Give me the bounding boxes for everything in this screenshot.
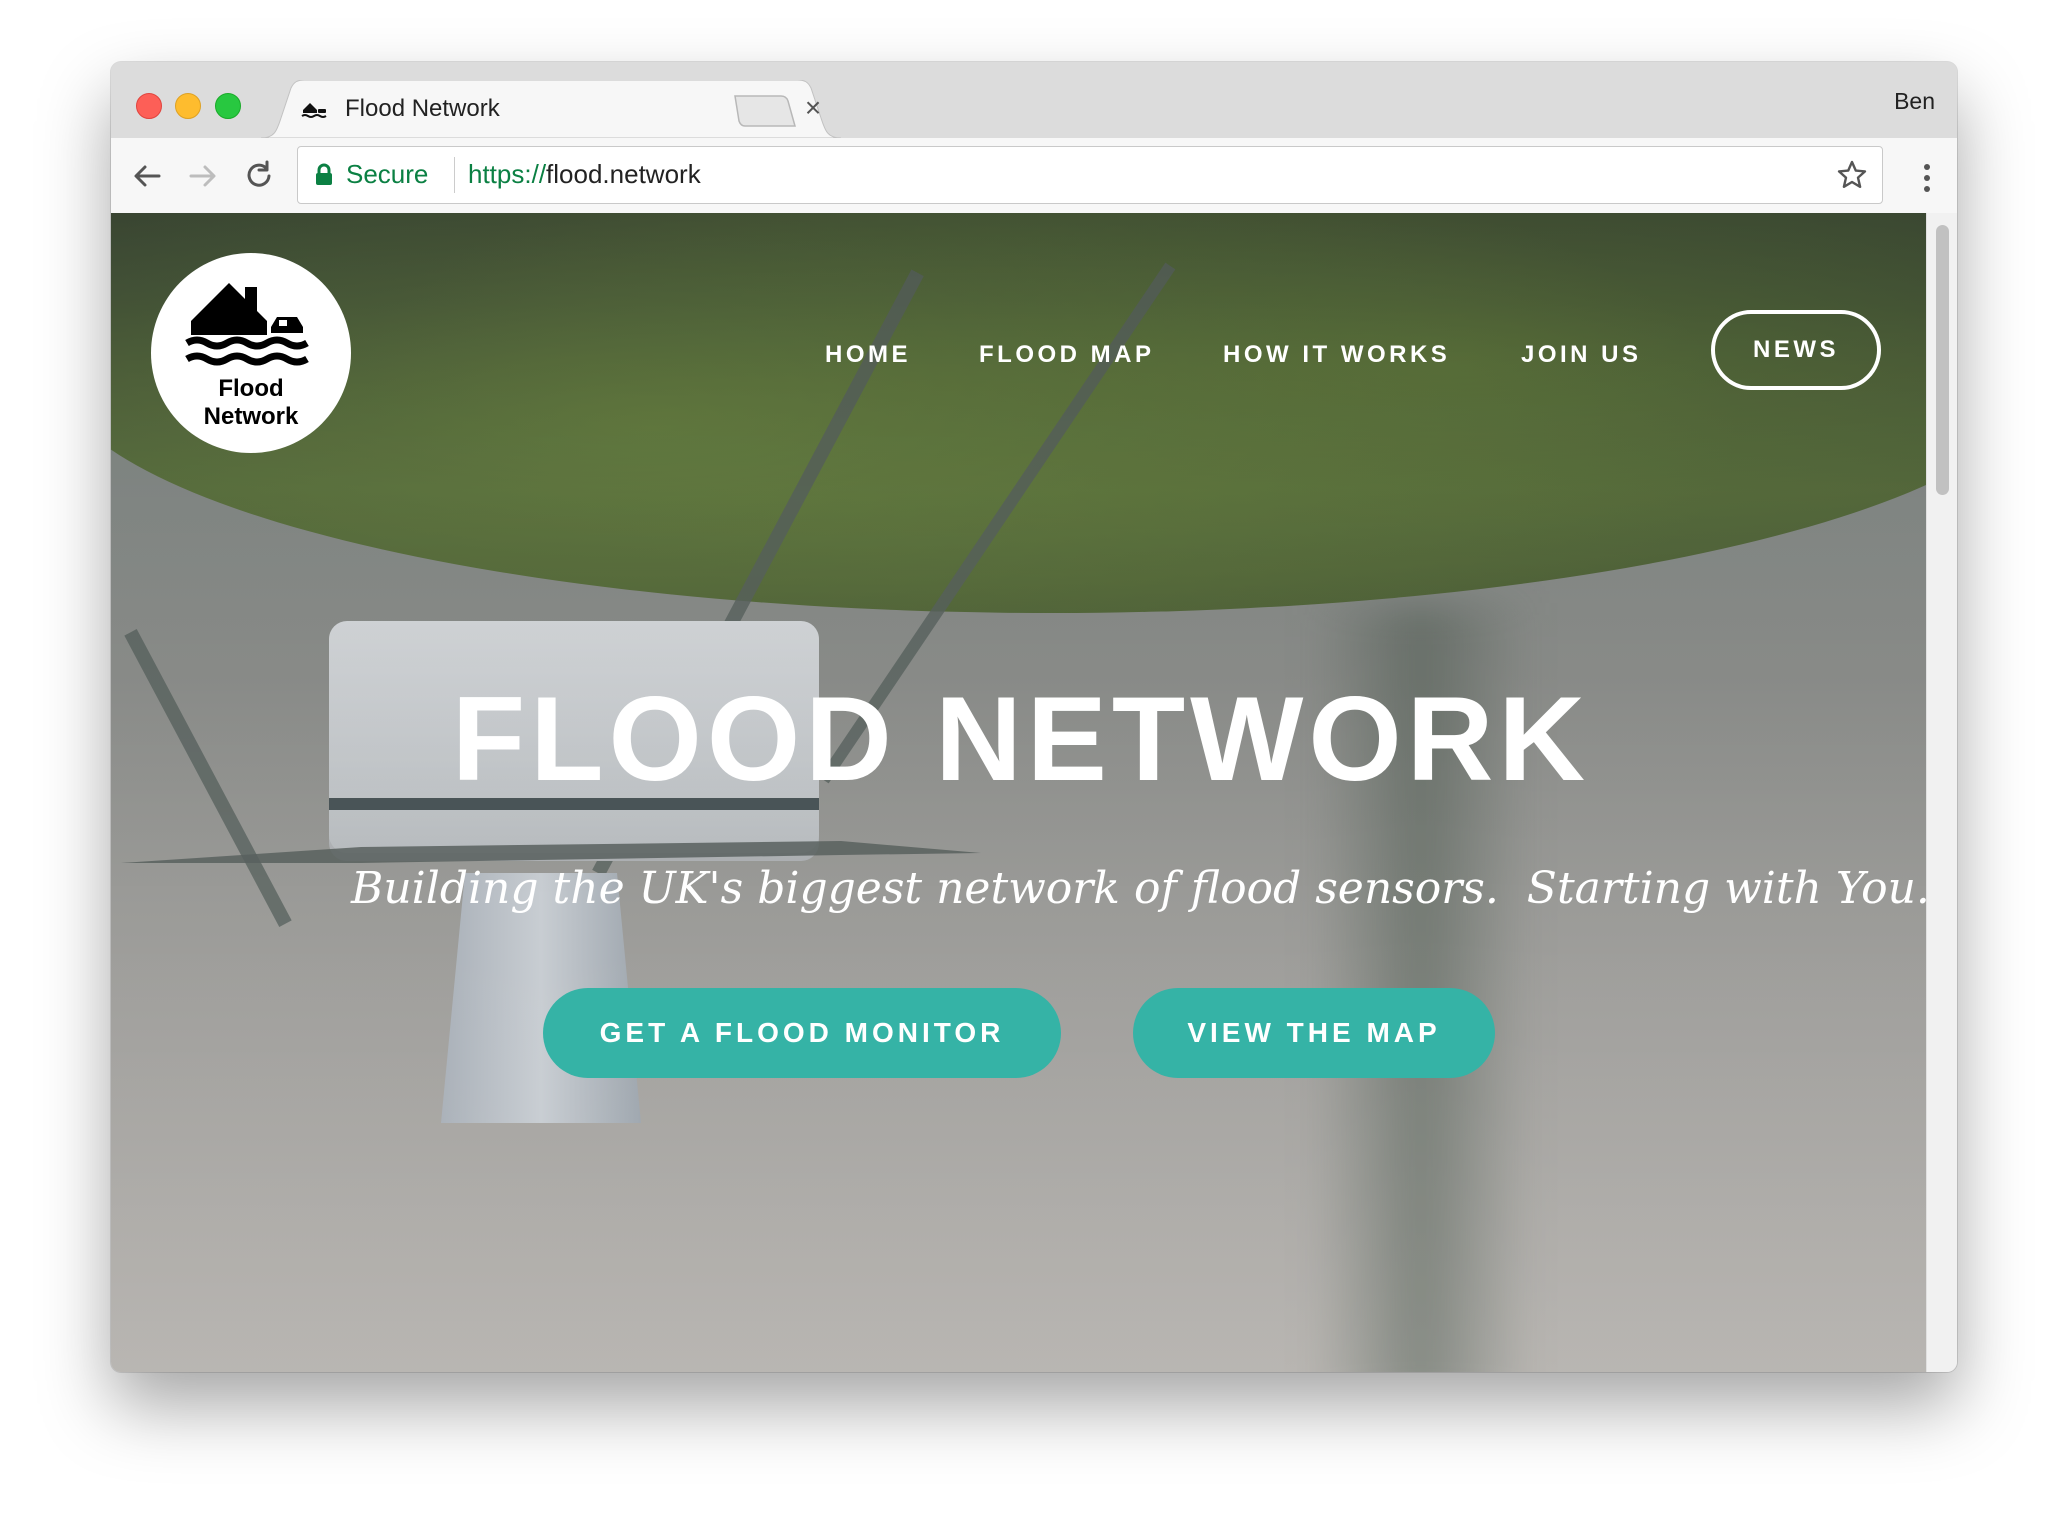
new-tab-button[interactable]: [733, 94, 797, 128]
secure-label: Secure: [346, 159, 429, 189]
scrollbar-thumb[interactable]: [1936, 225, 1949, 495]
tab-strip: Flood Network × Ben: [111, 62, 1957, 138]
nav-home[interactable]: HOME: [825, 341, 911, 369]
tab-close-icon[interactable]: ×: [797, 92, 829, 124]
hero-subtitle: Building the UK's biggest network of flo…: [351, 863, 1926, 914]
site-logo[interactable]: Flood Network: [151, 253, 351, 453]
page-viewport: Flood Network HOME FLOOD MAP HOW IT WORK…: [111, 213, 1957, 1372]
minimize-window-button[interactable]: [175, 93, 201, 119]
tab-title: Flood Network: [345, 95, 500, 122]
nav-join-us[interactable]: JOIN US: [1521, 341, 1642, 369]
get-flood-monitor-button[interactable]: GET A FLOOD MONITOR: [543, 988, 1061, 1078]
nav-how-it-works[interactable]: HOW IT WORKS: [1223, 341, 1450, 369]
page-scrollbar[interactable]: [1926, 213, 1957, 1372]
forward-arrow-icon[interactable]: [185, 158, 221, 194]
url-scheme: https://: [468, 159, 547, 189]
back-arrow-icon[interactable]: [129, 158, 165, 194]
view-map-button[interactable]: VIEW THE MAP: [1133, 988, 1495, 1078]
address-bar[interactable]: Secure https://flood.network: [297, 146, 1883, 204]
lock-icon: [316, 163, 332, 185]
logo-text-line2: Network: [203, 403, 299, 430]
hero-title: FLOOD NETWORK: [451, 672, 1591, 806]
close-window-button[interactable]: [136, 93, 162, 119]
flood-favicon-icon: [301, 103, 327, 118]
nav-news-button[interactable]: NEWS: [1711, 310, 1881, 390]
logo-text-line1: Flood: [218, 375, 284, 402]
browser-window: Flood Network × Ben Secure https://flood…: [111, 62, 1957, 1372]
profile-name[interactable]: Ben: [1894, 88, 1935, 115]
nav-flood-map[interactable]: FLOOD MAP: [979, 341, 1155, 369]
reload-icon[interactable]: [241, 158, 277, 194]
flood-house-icon: [185, 283, 309, 366]
bookmark-star-icon[interactable]: [1836, 159, 1868, 191]
url-text[interactable]: https://flood.network: [468, 159, 701, 190]
browser-menu-icon[interactable]: [1921, 162, 1933, 194]
maximize-window-button[interactable]: [215, 93, 241, 119]
url-host: flood.network: [546, 159, 701, 189]
hero-section: Flood Network HOME FLOOD MAP HOW IT WORK…: [111, 213, 1926, 1372]
omnibox-divider: [454, 157, 455, 193]
